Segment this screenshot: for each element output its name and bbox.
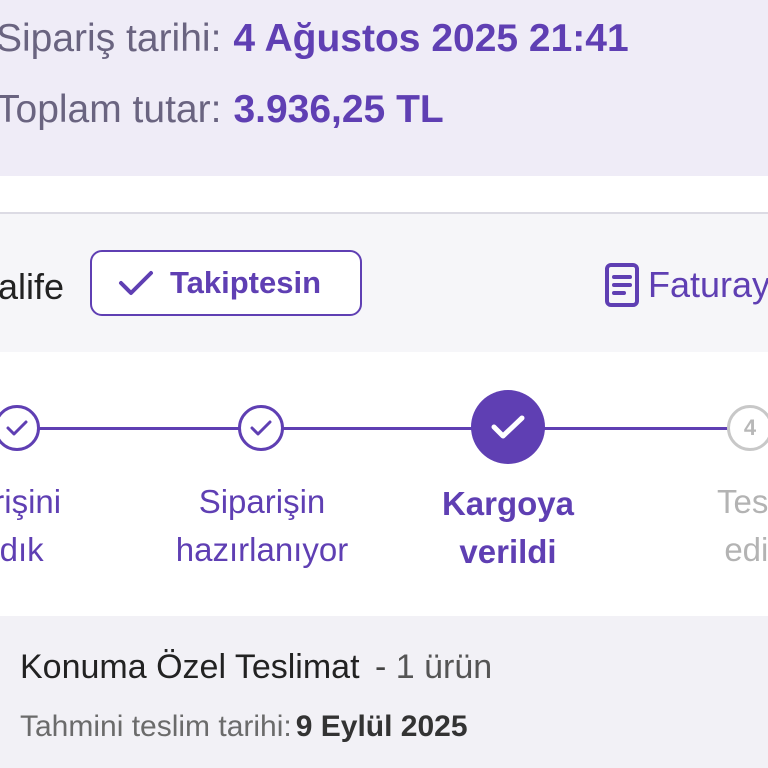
delivery-info-panel (0, 616, 768, 768)
section-divider (0, 176, 768, 214)
order-date-label: Sipariş tarihi: (0, 17, 222, 60)
step-4-number-badge: 4 (727, 405, 768, 451)
seller-name[interactable]: alife (0, 266, 64, 308)
delivery-estimate-value: 9 Eylül 2025 (295, 710, 468, 743)
step-3-label: Kargoya verildi (441, 485, 575, 570)
step-1-label: arişini ldık (0, 483, 62, 568)
delivery-type: Konuma Özel Teslimat (20, 648, 360, 686)
document-icon (604, 262, 640, 308)
delivery-item-count: 1 ürün (395, 648, 493, 686)
delivery-separator: - (374, 648, 387, 686)
order-date-row: Sipariş tarihi: 4 Ağustos 2025 21:41 (0, 17, 629, 61)
follow-seller-label: Takiptesin (170, 265, 322, 300)
invoice-label: Faturay (648, 264, 768, 305)
step-2-check-icon (238, 405, 284, 451)
delivery-estimate-row: Tahmini teslim tarihi: 9 Eylül 2025 (20, 710, 468, 744)
order-summary-panel: Sipariş tarihi: 4 Ağustos 2025 21:41 Topl… (0, 0, 768, 176)
step-4-label: Tesli edil (716, 483, 768, 568)
order-total-label: Toplam tutar: (0, 88, 222, 131)
order-date-value: 4 Ağustos 2025 21:41 (233, 17, 629, 60)
step-2-label: Siparişin hazırlanıyor (175, 483, 349, 568)
order-total-row: Toplam tutar: 3.936,25 TL (0, 88, 444, 132)
progress-track-line (0, 427, 730, 430)
delivery-title-row: Konuma Özel Teslimat - 1 ürün (20, 648, 492, 687)
delivery-estimate-label: Tahmini teslim tarihi: (20, 710, 292, 743)
order-total-value: 3.936,25 TL (233, 88, 444, 131)
check-icon (118, 269, 154, 297)
invoice-link[interactable]: Faturay (604, 262, 768, 308)
step-3-check-filled-icon (471, 390, 545, 464)
follow-seller-button[interactable]: Takiptesin (90, 250, 362, 316)
